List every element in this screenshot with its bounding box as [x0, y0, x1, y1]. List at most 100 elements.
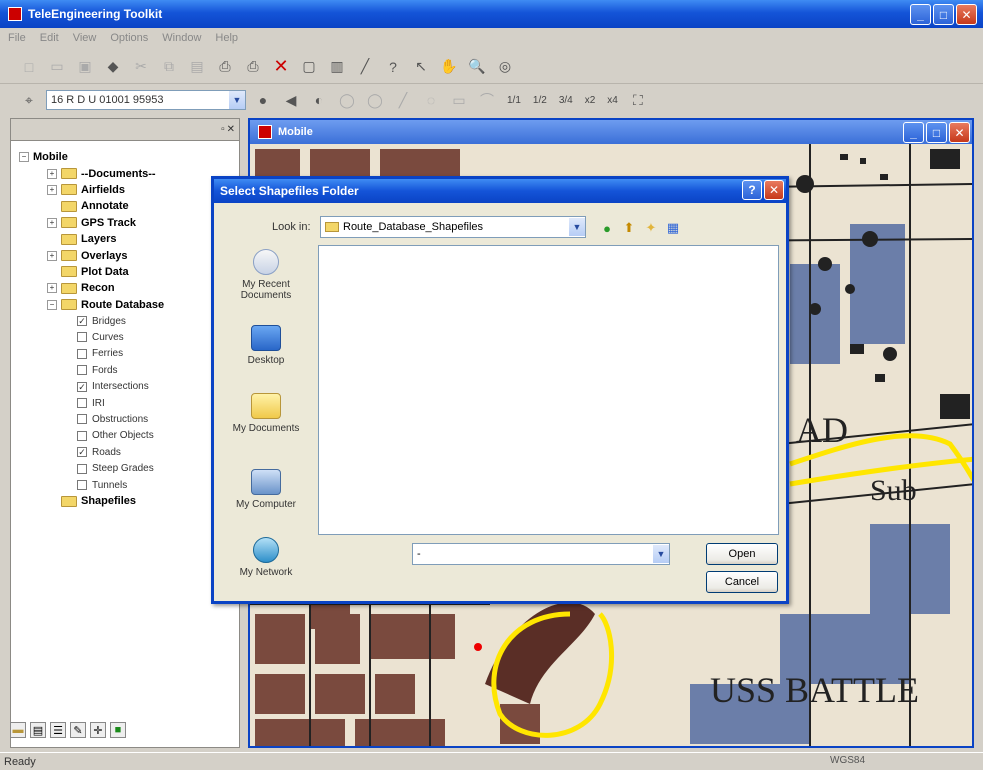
- dialog-help-button[interactable]: ?: [742, 180, 762, 200]
- view-menu-icon[interactable]: ▦: [664, 219, 682, 237]
- map-maximize-button[interactable]: □: [926, 122, 947, 143]
- tree-root[interactable]: − Mobile: [19, 149, 239, 165]
- pane-restore-icon[interactable]: ▫: [221, 124, 225, 135]
- disabled-tool-icon[interactable]: ⌒: [476, 89, 498, 111]
- place-my-network[interactable]: My Network: [222, 537, 310, 578]
- route-item-roads[interactable]: ✓ Roads: [19, 444, 239, 460]
- globe-icon[interactable]: ◎: [494, 56, 516, 78]
- checkbox[interactable]: [77, 332, 87, 343]
- route-item-curves[interactable]: Curves: [19, 329, 239, 345]
- menu-window[interactable]: Window: [162, 32, 201, 44]
- chevron-down-icon[interactable]: ▼: [569, 218, 585, 236]
- checkbox-checked[interactable]: ✓: [77, 381, 87, 392]
- cut-icon[interactable]: ✂: [130, 56, 152, 78]
- zoom-1-1-button[interactable]: 1/1: [504, 95, 524, 106]
- zoom-3-4-button[interactable]: 3/4: [556, 95, 576, 106]
- paste-icon[interactable]: ▤: [186, 56, 208, 78]
- tree-item-route-database[interactable]: − Route Database: [19, 297, 239, 313]
- expand-icon[interactable]: +: [47, 168, 57, 179]
- checkbox-checked[interactable]: ✓: [77, 447, 87, 458]
- list-tab-icon[interactable]: ☰: [50, 722, 66, 738]
- place-recent-documents[interactable]: My Recent Documents: [222, 249, 310, 301]
- expand-icon[interactable]: +: [47, 184, 57, 195]
- disabled-tool-icon[interactable]: ◌: [420, 89, 442, 111]
- checkbox-checked[interactable]: ✓: [77, 316, 87, 327]
- document-tab-icon[interactable]: ▤: [30, 722, 46, 738]
- save-icon[interactable]: ▣: [74, 56, 96, 78]
- map-close-button[interactable]: ✕: [949, 122, 970, 143]
- layout-icon[interactable]: ▥: [326, 56, 348, 78]
- file-name-combo[interactable]: - ▼: [412, 543, 670, 565]
- dot-icon[interactable]: ●: [252, 89, 274, 111]
- menu-options[interactable]: Options: [110, 32, 148, 44]
- tree-item-shapefiles[interactable]: Shapefiles: [19, 493, 239, 509]
- disabled-tool-icon[interactable]: ◯: [336, 89, 358, 111]
- tree-item-layers[interactable]: Layers: [19, 231, 239, 247]
- chevron-down-icon[interactable]: ▼: [229, 91, 245, 109]
- window-icon[interactable]: ▢: [298, 56, 320, 78]
- place-my-computer[interactable]: My Computer: [222, 469, 310, 510]
- disabled-tool-icon[interactable]: ◯: [364, 89, 386, 111]
- route-item-ferries[interactable]: Ferries: [19, 346, 239, 362]
- grid-coordinate-combo[interactable]: 16 R D U 01001 95953 ▼: [46, 90, 246, 110]
- expand-icon[interactable]: +: [47, 283, 57, 294]
- delete-icon[interactable]: ✕: [270, 56, 292, 78]
- checkbox[interactable]: [77, 480, 87, 490]
- dialog-close-button[interactable]: ✕: [764, 180, 784, 200]
- pen-icon[interactable]: ╱: [354, 56, 376, 78]
- look-in-combo[interactable]: Route_Database_Shapefiles ▼: [320, 216, 586, 238]
- expand-icon[interactable]: +: [47, 250, 57, 261]
- fit-icon[interactable]: ⛶: [627, 89, 649, 111]
- checkbox[interactable]: [77, 348, 87, 359]
- collapse-icon[interactable]: −: [47, 299, 57, 310]
- cancel-button[interactable]: Cancel: [706, 571, 778, 593]
- maximize-button[interactable]: □: [933, 4, 954, 25]
- open-icon[interactable]: ▭: [46, 56, 68, 78]
- draw-tab-icon[interactable]: ✎: [70, 722, 86, 738]
- route-item-obstructions[interactable]: Obstructions: [19, 411, 239, 427]
- copy-icon[interactable]: ⧉: [158, 56, 180, 78]
- print-preview-icon[interactable]: ⎙: [242, 56, 264, 78]
- checkbox[interactable]: [77, 414, 87, 425]
- route-item-intersections[interactable]: ✓ Intersections: [19, 378, 239, 394]
- route-item-fords[interactable]: Fords: [19, 362, 239, 378]
- tree-item-documents[interactable]: + --Documents--: [19, 165, 239, 181]
- menu-file[interactable]: File: [8, 32, 26, 44]
- checkbox[interactable]: [77, 365, 87, 376]
- zoom-x2-button[interactable]: x2: [582, 95, 599, 106]
- zoom-1-2-button[interactable]: 1/2: [530, 95, 550, 106]
- chevron-down-icon[interactable]: ▼: [653, 545, 669, 563]
- disabled-tool-icon[interactable]: ▭: [448, 89, 470, 111]
- help-icon[interactable]: ?: [382, 56, 404, 78]
- pan-icon[interactable]: ✋: [438, 56, 460, 78]
- minimize-button[interactable]: _: [910, 4, 931, 25]
- route-item-steep-grades[interactable]: Steep Grades: [19, 460, 239, 476]
- expand-icon[interactable]: +: [47, 217, 57, 228]
- new-icon[interactable]: □: [18, 56, 40, 78]
- collapse-icon[interactable]: −: [19, 152, 29, 163]
- pointer-icon[interactable]: ↖: [410, 56, 432, 78]
- tree-item-overlays[interactable]: + Overlays: [19, 247, 239, 263]
- route-item-tunnels[interactable]: Tunnels: [19, 477, 239, 493]
- place-desktop[interactable]: Desktop: [222, 325, 310, 366]
- tree-item-annotate[interactable]: Annotate: [19, 198, 239, 214]
- up-folder-icon[interactable]: ⬆: [620, 219, 638, 237]
- location-icon[interactable]: ⌖: [18, 89, 40, 111]
- place-my-documents[interactable]: My Documents: [222, 393, 310, 434]
- green-tab-icon[interactable]: ■: [110, 722, 126, 738]
- route-item-bridges[interactable]: ✓ Bridges: [19, 313, 239, 329]
- new-folder-icon[interactable]: ✦: [642, 219, 660, 237]
- zoom-x4-button[interactable]: x4: [604, 95, 621, 106]
- crosshair-tab-icon[interactable]: ✛: [90, 722, 106, 738]
- pane-close-icon[interactable]: ✕: [227, 124, 235, 135]
- file-list-view[interactable]: [318, 245, 779, 535]
- tree-item-recon[interactable]: + Recon: [19, 280, 239, 296]
- toolbox-icon[interactable]: ◆: [102, 56, 124, 78]
- menu-help[interactable]: Help: [215, 32, 238, 44]
- menu-edit[interactable]: Edit: [40, 32, 59, 44]
- map-minimize-button[interactable]: _: [903, 122, 924, 143]
- menu-view[interactable]: View: [73, 32, 97, 44]
- print-icon[interactable]: ⎙: [214, 56, 236, 78]
- route-item-other-objects[interactable]: Other Objects: [19, 428, 239, 444]
- tree-item-airfields[interactable]: + Airfields: [19, 182, 239, 198]
